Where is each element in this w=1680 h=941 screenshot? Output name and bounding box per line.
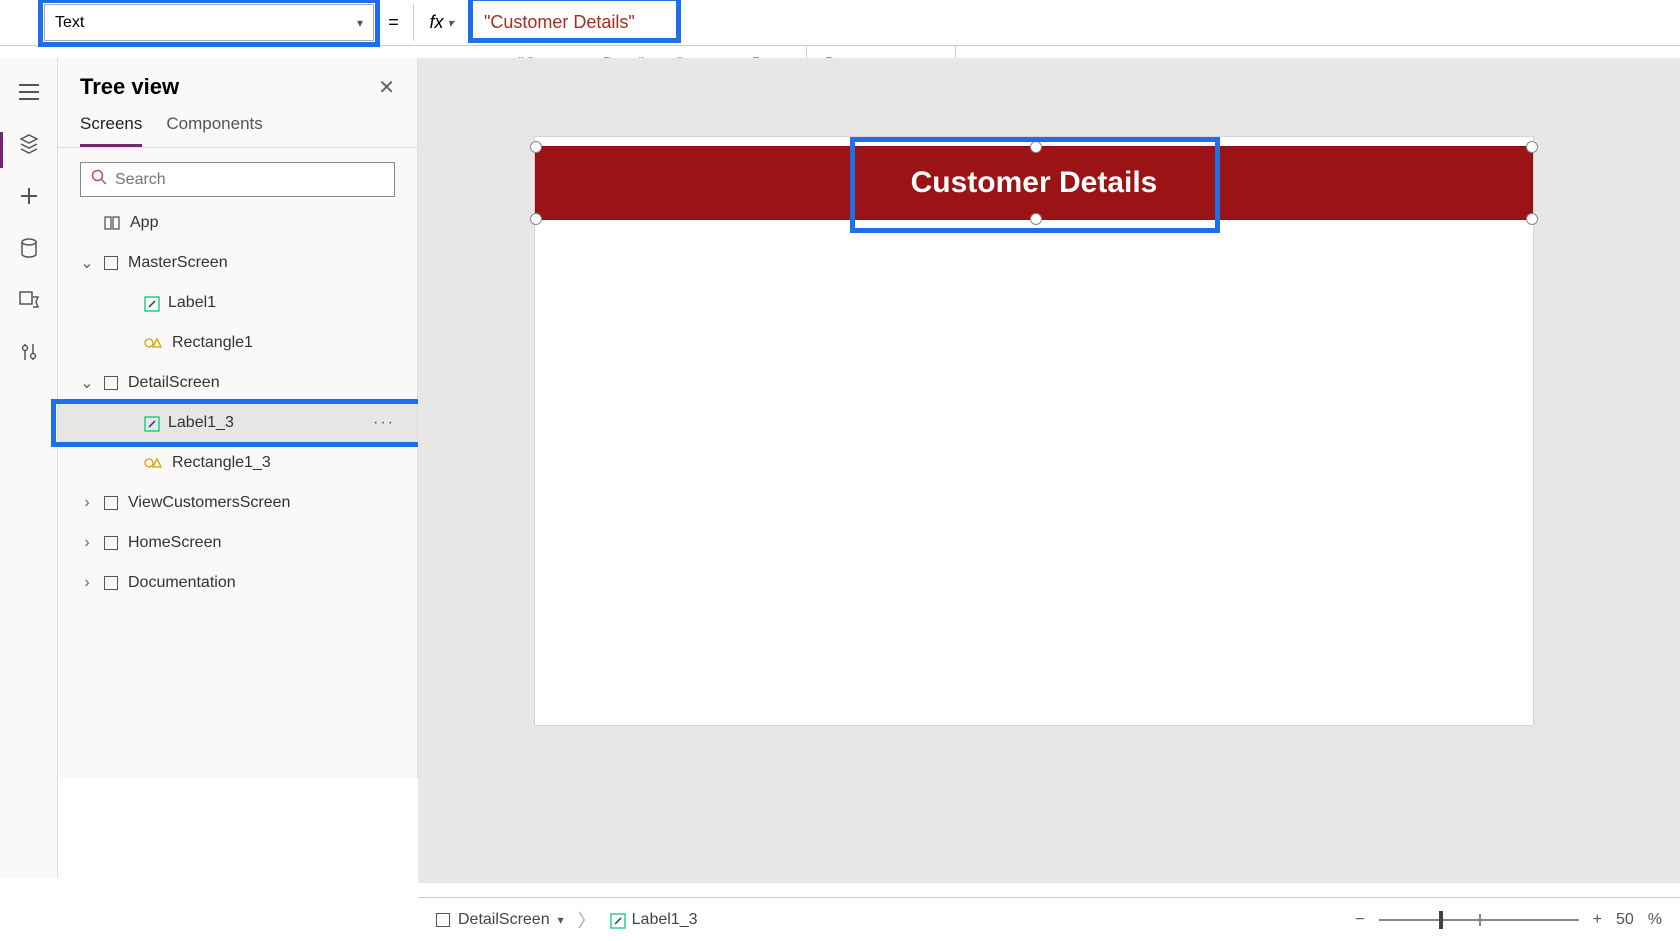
fx-button[interactable]: fx ▾	[414, 4, 470, 41]
tree-item-label: App	[130, 214, 158, 232]
tree-item-label: DetailScreen	[128, 374, 220, 392]
fx-label: fx	[429, 12, 443, 33]
label-icon	[610, 913, 624, 927]
shape-icon	[144, 456, 162, 470]
data-icon[interactable]	[15, 234, 43, 262]
tree-item-label: MasterScreen	[128, 254, 228, 272]
screen-icon	[104, 536, 118, 550]
caret-right-icon: ›	[80, 494, 94, 512]
selection-handle[interactable]	[530, 213, 542, 225]
tree-item-detailscreen[interactable]: ⌄ DetailScreen	[58, 363, 417, 403]
screen-icon	[104, 576, 118, 590]
hamburger-icon[interactable]	[15, 78, 43, 106]
zoom-in-button[interactable]: +	[1593, 911, 1602, 929]
formula-text: "Customer Details"	[484, 12, 635, 33]
caret-right-icon: ›	[80, 534, 94, 552]
tree-item-label: Documentation	[128, 574, 236, 592]
equals-label: =	[374, 4, 414, 41]
breadcrumb-separator: 〉	[578, 907, 596, 933]
tab-components[interactable]: Components	[166, 114, 262, 147]
advanced-tools-icon[interactable]	[15, 338, 43, 366]
chevron-down-icon: ▾	[558, 913, 564, 927]
screen-surface[interactable]: Customer Details	[534, 136, 1534, 726]
breadcrumb-label: Label1_3	[632, 911, 698, 929]
canvas-area[interactable]: Customer Details	[418, 58, 1680, 883]
chevron-down-icon: ▾	[447, 16, 453, 30]
app-icon	[104, 215, 120, 231]
caret-down-icon: ⌄	[80, 253, 94, 273]
tree-view-panel: Tree view ✕ Screens Components App ⌄ Mas…	[58, 58, 418, 778]
zoom-pct: %	[1648, 911, 1662, 929]
tree-tabs: Screens Components	[58, 100, 417, 148]
selection-handle[interactable]	[530, 141, 542, 153]
selection-handle[interactable]	[1526, 213, 1538, 225]
zoom-slider[interactable]	[1379, 919, 1579, 921]
media-icon[interactable]	[15, 286, 43, 314]
tree-item-rectangle1-3[interactable]: Rectangle1_3	[58, 443, 417, 483]
screen-icon	[104, 376, 118, 390]
caret-down-icon: ⌄	[80, 373, 94, 393]
tree-item-app[interactable]: App	[58, 203, 417, 243]
left-rail	[0, 58, 58, 878]
tree-item-label: HomeScreen	[128, 534, 221, 552]
tree-view-title: Tree view	[80, 74, 179, 100]
shape-icon	[144, 336, 162, 350]
screen-icon	[104, 496, 118, 510]
tree-item-viewcustomers[interactable]: › ViewCustomersScreen	[58, 483, 417, 523]
tree-item-label1-3[interactable]: Label1_3 ···	[58, 403, 417, 443]
tree-search-input[interactable]	[80, 162, 395, 197]
formula-input[interactable]: "Customer Details"	[470, 0, 1680, 45]
tree-item-documentation[interactable]: › Documentation	[58, 563, 417, 603]
breadcrumb-screen[interactable]: DetailScreen ▾	[436, 911, 564, 929]
tree-item-label: Rectangle1	[172, 334, 253, 352]
close-icon[interactable]: ✕	[378, 75, 395, 100]
selection-handle[interactable]	[1526, 141, 1538, 153]
highlight-box	[51, 399, 424, 447]
tree-item-label: Label1	[168, 294, 216, 312]
caret-right-icon: ›	[80, 574, 94, 592]
tab-screens[interactable]: Screens	[80, 114, 142, 147]
breadcrumb-bar: DetailScreen ▾ 〉 Label1_3 − + 50 %	[418, 897, 1680, 941]
tree-item-rectangle1[interactable]: Rectangle1	[58, 323, 417, 363]
tree-item-label1[interactable]: Label1	[58, 283, 417, 323]
screen-icon	[436, 913, 450, 927]
tree-item-label: ViewCustomersScreen	[128, 494, 290, 512]
tree-item-label: Rectangle1_3	[172, 454, 271, 472]
insert-icon[interactable]	[15, 182, 43, 210]
zoom-tick	[1479, 914, 1481, 926]
search-icon	[91, 169, 107, 190]
breadcrumb-label: DetailScreen	[458, 911, 550, 929]
tree-item-homescreen[interactable]: › HomeScreen	[58, 523, 417, 563]
zoom-out-button[interactable]: −	[1355, 911, 1364, 929]
tree-view-icon[interactable]	[15, 130, 43, 158]
highlight-box	[38, 0, 380, 47]
screen-icon	[104, 256, 118, 270]
zoom-value: 50	[1616, 911, 1634, 929]
breadcrumb-control[interactable]: Label1_3	[610, 911, 698, 929]
zoom-controls: − + 50 %	[1355, 911, 1662, 929]
tree-search-field[interactable]	[115, 171, 384, 189]
label-icon	[144, 296, 158, 310]
highlight-box	[850, 137, 1220, 233]
tree-item-masterscreen[interactable]: ⌄ MasterScreen	[58, 243, 417, 283]
active-indicator	[0, 132, 3, 168]
zoom-thumb[interactable]	[1439, 911, 1443, 929]
property-selector[interactable]: Text ▾	[44, 4, 374, 41]
